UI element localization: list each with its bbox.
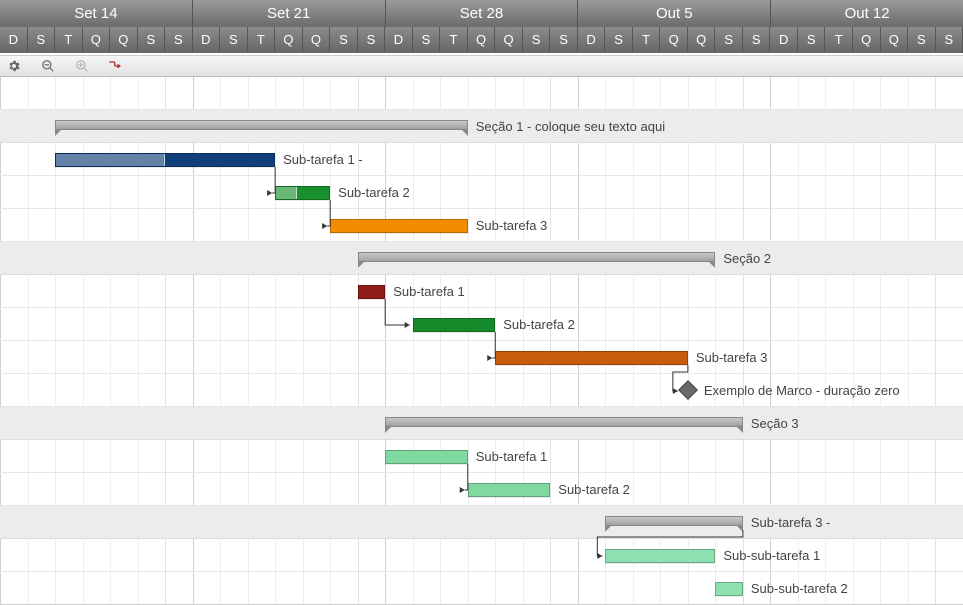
day-cell: S	[743, 27, 771, 53]
task-row: Sub-tarefa 3	[0, 209, 963, 242]
day-cell: S	[798, 27, 826, 53]
task-label: Sub-tarefa 2	[495, 317, 575, 332]
task-label: Sub-tarefa 1	[385, 284, 465, 299]
day-cell: S	[413, 27, 441, 53]
day-cell: Q	[495, 27, 523, 53]
task-label: Sub-sub-tarefa 2	[743, 581, 848, 596]
day-cell: T	[633, 27, 661, 53]
task-bar[interactable]	[275, 186, 330, 200]
progress-indicator	[276, 187, 297, 199]
week-cell: Set 21	[193, 0, 386, 27]
task-row: Sub-sub-tarefa 2	[0, 572, 963, 605]
section-bar[interactable]	[385, 417, 743, 427]
critical-path-icon[interactable]	[108, 58, 124, 74]
week-cell: Out 5	[578, 0, 771, 27]
zoom-out-icon[interactable]	[40, 58, 56, 74]
day-cell: Q	[275, 27, 303, 53]
task-label: Sub-tarefa 1	[468, 449, 548, 464]
section-row: Seção 1 - coloque seu texto aqui	[0, 110, 963, 143]
day-cell: S	[28, 27, 56, 53]
section-row: Seção 3	[0, 407, 963, 440]
task-row: Sub-tarefa 2	[0, 308, 963, 341]
day-cell: D	[770, 27, 798, 53]
day-cell: S	[358, 27, 386, 53]
day-cell: D	[0, 27, 28, 53]
section-label: Seção 3	[743, 416, 799, 431]
section-label: Seção 2	[715, 251, 771, 266]
gear-icon[interactable]	[6, 58, 22, 74]
week-cell: Out 12	[771, 0, 963, 27]
task-bar[interactable]	[605, 549, 715, 563]
day-cell: T	[248, 27, 276, 53]
task-bar[interactable]	[55, 153, 275, 167]
task-row: Sub-tarefa 2	[0, 473, 963, 506]
progress-indicator	[56, 154, 165, 166]
day-cell: T	[55, 27, 83, 53]
day-cell: S	[936, 27, 963, 53]
task-label: Sub-sub-tarefa 1	[715, 548, 820, 563]
section-row: Sub-tarefa 3 -	[0, 506, 963, 539]
day-cell: S	[330, 27, 358, 53]
task-label: Sub-tarefa 2	[550, 482, 630, 497]
day-cell: D	[578, 27, 606, 53]
toolbar	[0, 55, 963, 77]
week-cell: Set 14	[0, 0, 193, 27]
timeline-header: Set 14Set 21Set 28Out 5Out 12 DSTQQSSDST…	[0, 0, 963, 55]
task-bar[interactable]	[358, 285, 386, 299]
milestone-row: Exemplo de Marco - duração zero	[0, 374, 963, 407]
section-label: Seção 1 - coloque seu texto aqui	[468, 119, 665, 134]
day-cell: Q	[660, 27, 688, 53]
blank-row	[0, 77, 963, 110]
section-bar[interactable]	[55, 120, 468, 130]
milestone-label: Exemplo de Marco - duração zero	[696, 383, 900, 398]
task-row: Sub-tarefa 2	[0, 176, 963, 209]
task-bar[interactable]	[495, 351, 688, 365]
day-cell: S	[715, 27, 743, 53]
task-row: Sub-tarefa 1	[0, 440, 963, 473]
gantt-body[interactable]: Seção 1 - coloque seu texto aqui Sub-tare…	[0, 77, 963, 605]
task-bar[interactable]	[468, 483, 551, 497]
day-cell: S	[165, 27, 193, 53]
day-cell: S	[523, 27, 551, 53]
day-cell: Q	[468, 27, 496, 53]
day-cell: S	[138, 27, 166, 53]
task-row: Sub-sub-tarefa 1	[0, 539, 963, 572]
day-cell: Q	[688, 27, 716, 53]
zoom-in-icon[interactable]	[74, 58, 90, 74]
section-bar[interactable]	[605, 516, 743, 526]
task-label: Sub-tarefa 3	[688, 350, 768, 365]
day-cell: S	[605, 27, 633, 53]
day-cell: T	[825, 27, 853, 53]
day-cell: D	[193, 27, 221, 53]
task-label: Sub-tarefa 2	[330, 185, 410, 200]
task-row: Sub-tarefa 1	[0, 275, 963, 308]
week-cell: Set 28	[386, 0, 579, 27]
day-cell: Q	[853, 27, 881, 53]
task-label: Sub-tarefa 1 -	[275, 152, 363, 167]
day-cell: Q	[110, 27, 138, 53]
milestone-marker[interactable]	[678, 380, 698, 400]
day-cell: D	[385, 27, 413, 53]
day-cell: S	[908, 27, 936, 53]
gantt-chart: Set 14Set 21Set 28Out 5Out 12 DSTQQSSDST…	[0, 0, 963, 605]
task-row: Sub-tarefa 3	[0, 341, 963, 374]
task-row: Sub-tarefa 1 -	[0, 143, 963, 176]
task-label: Sub-tarefa 3	[468, 218, 548, 233]
section-row: Seção 2	[0, 242, 963, 275]
day-cell: Q	[303, 27, 331, 53]
day-cell: Q	[83, 27, 111, 53]
day-cell: Q	[881, 27, 909, 53]
section-bar[interactable]	[358, 252, 716, 262]
day-cell: T	[440, 27, 468, 53]
task-bar[interactable]	[385, 450, 468, 464]
task-bar[interactable]	[413, 318, 496, 332]
week-row: Set 14Set 21Set 28Out 5Out 12	[0, 0, 963, 27]
task-bar[interactable]	[715, 582, 743, 596]
day-cell: S	[220, 27, 248, 53]
day-row: DSTQQSSDSTQQSSDSTQQSSDSTQQSSDSTQQSS	[0, 27, 963, 53]
day-cell: S	[550, 27, 578, 53]
section-label: Sub-tarefa 3 -	[743, 515, 831, 530]
task-bar[interactable]	[330, 219, 468, 233]
